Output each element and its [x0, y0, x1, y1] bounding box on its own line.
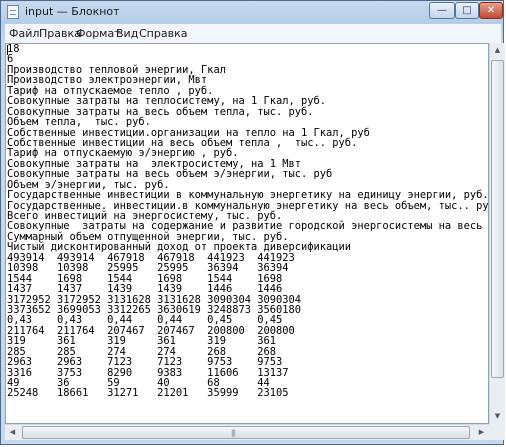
scroll-up-button[interactable]: ▲ — [491, 43, 504, 58]
menu-edit[interactable]: Правка — [39, 27, 81, 40]
document-text[interactable]: 18 6 Производство тепловой энергии, Гкал Пр… — [7, 44, 488, 423]
scroll-left-button[interactable]: ◀ — [5, 426, 20, 439]
text-line: 2963 2963 7123 7123 9753 9753 — [7, 356, 283, 369]
title-bar[interactable]: input — Блокнот — □ ✕ — [1, 1, 503, 23]
minimize-button[interactable]: — — [429, 2, 455, 19]
horizontal-scrollbar[interactable]: ◀ ||| ▶ — [5, 424, 489, 440]
scroll-down-button[interactable]: ▼ — [491, 409, 504, 424]
text-editor[interactable]: 18 6 Производство тепловой энергии, Гкал Пр… — [5, 43, 489, 424]
close-button[interactable]: ✕ — [479, 2, 503, 19]
text-line: 1437 1437 1439 1439 1446 1446 — [7, 283, 283, 296]
notepad-icon[interactable] — [7, 5, 19, 19]
vertical-scrollbar[interactable]: ▲ ▼ — [489, 43, 505, 424]
text-caret — [7, 45, 8, 55]
text-line: 18 — [7, 43, 20, 55]
window-title: input — Блокнот — [25, 5, 120, 18]
maximize-button[interactable]: □ — [455, 2, 479, 19]
size-grip[interactable] — [489, 424, 505, 440]
menu-file[interactable]: Файл — [9, 27, 39, 40]
text-line: Объем тепла, тыс. руб. — [7, 116, 151, 129]
menu-bar: Файл Правка Формат Вид Справка — [5, 24, 501, 44]
vertical-scroll-thumb[interactable] — [491, 60, 504, 378]
menu-help[interactable]: Справка — [139, 27, 187, 40]
minimize-icon: — — [437, 5, 447, 16]
maximize-icon: □ — [462, 5, 472, 16]
horizontal-scroll-thumb[interactable]: ||| — [22, 426, 470, 439]
grip-icon: ||| — [231, 429, 236, 437]
menu-format[interactable]: Формат — [76, 27, 121, 40]
menu-view[interactable]: Вид — [116, 27, 138, 40]
text-line: Государственные инвестиции в коммунальну… — [7, 189, 489, 202]
scroll-right-button[interactable]: ▶ — [474, 426, 489, 439]
close-icon: ✕ — [486, 5, 496, 16]
text-line: 25248 18661 31271 21201 35999 23105 — [7, 387, 289, 400]
